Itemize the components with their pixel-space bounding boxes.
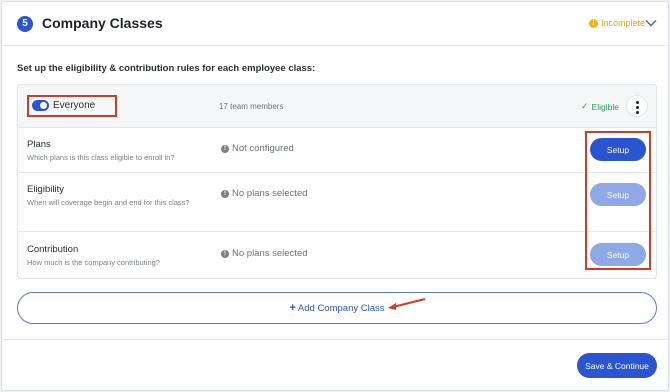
row-title: Eligibility [27, 184, 64, 195]
row-description: Which plans is this class eligible to en… [27, 153, 175, 162]
class-header: Everyone 17 team members ✓ Eligible [18, 85, 656, 128]
eligible-text: Eligible [591, 101, 619, 112]
company-classes-card: 5 Company Classes ! Incomplete Set up th… [1, 1, 669, 391]
row-status-text: No plans selected [232, 248, 308, 259]
plus-icon: + [289, 302, 296, 314]
kebab-dot [636, 101, 639, 104]
class-row-contribution: Contribution How much is the company con… [18, 232, 656, 279]
member-count: 17 team members [219, 102, 284, 111]
row-description: How much is the company contributing? [27, 258, 160, 267]
row-status-text: No plans selected [232, 188, 308, 199]
row-title: Plans [27, 139, 51, 150]
row-status: ! No plans selected [221, 188, 308, 199]
add-class-label: Add Company Class [297, 302, 385, 314]
row-title: Contribution [27, 244, 79, 255]
setup-buttons-highlight [585, 131, 651, 270]
class-toggle-highlight: Everyone [27, 95, 117, 117]
save-continue-button[interactable]: Save & Continue [577, 353, 657, 378]
more-options-button[interactable] [626, 95, 648, 117]
step-number-badge: 5 [17, 16, 33, 32]
info-icon: ! [221, 189, 229, 198]
add-company-class-button[interactable]: + Add Company Class [17, 292, 657, 324]
class-toggle[interactable] [32, 100, 49, 111]
kebab-dot [636, 106, 639, 109]
row-description: When will coverage begin and end for thi… [27, 198, 190, 207]
section-header[interactable]: 5 Company Classes ! Incomplete [2, 2, 668, 46]
info-icon: ! [221, 249, 229, 258]
class-row-plans: Plans Which plans is this class eligible… [18, 128, 656, 173]
row-status: ! No plans selected [221, 248, 308, 259]
class-name: Everyone [53, 100, 96, 111]
section-status: ! Incomplete [589, 18, 645, 28]
class-row-eligibility: Eligibility When will coverage begin and… [18, 173, 656, 232]
intro-text: Set up the eligibility & contribution ru… [17, 63, 316, 74]
footer-divider [2, 339, 668, 340]
row-status: ! Not configured [221, 143, 294, 154]
toggle-knob [40, 102, 47, 109]
status-text: Incomplete [601, 18, 646, 28]
section-title: Company Classes [42, 15, 163, 31]
warning-icon: ! [589, 18, 598, 28]
check-icon: ✓ [581, 101, 589, 111]
chevron-down-icon[interactable] [644, 16, 658, 30]
row-status-text: Not configured [232, 143, 294, 154]
employee-class-panel: Everyone 17 team members ✓ Eligible Plan… [17, 84, 657, 279]
annotation-arrow [388, 298, 426, 310]
kebab-dot [636, 111, 639, 114]
info-icon: ! [221, 144, 229, 153]
eligibility-status: ✓ Eligible [581, 101, 619, 112]
